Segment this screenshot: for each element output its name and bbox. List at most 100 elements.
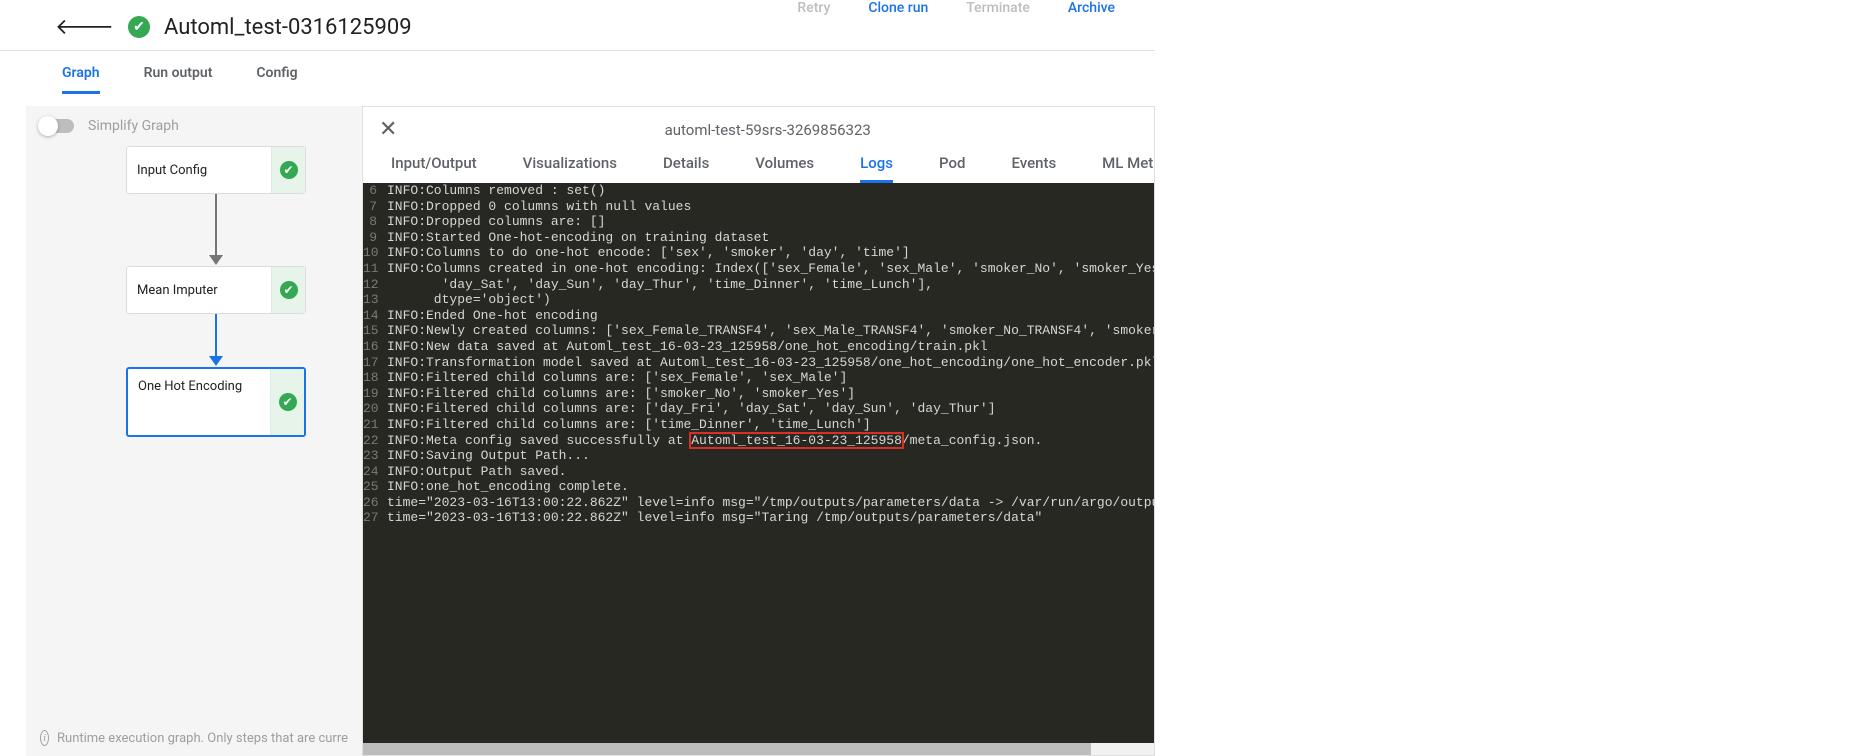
log-viewer[interactable]: 6INFO:Columns removed : set()7INFO:Dropp…	[363, 183, 1154, 743]
log-line: 16INFO:New data saved at Automl_test_16-…	[363, 339, 1154, 355]
log-line: 7INFO:Dropped 0 columns with null values	[363, 199, 1154, 215]
node-label: One Hot Encoding	[128, 369, 270, 394]
tab-logs[interactable]: Logs	[860, 154, 893, 183]
line-number: 14	[363, 308, 387, 324]
tab-input-output[interactable]: Input/Output	[391, 154, 477, 183]
log-line: 25INFO:one_hot_encoding complete.	[363, 479, 1154, 495]
line-number: 21	[363, 417, 387, 433]
tab-volumes[interactable]: Volumes	[755, 154, 814, 183]
tab-visualizations[interactable]: Visualizations	[523, 154, 617, 183]
line-number: 17	[363, 355, 387, 371]
log-text: INFO:New data saved at Automl_test_16-03…	[387, 339, 1154, 355]
horizontal-scrollbar[interactable]	[363, 743, 1154, 755]
log-line: 21INFO:Filtered child columns are: ['tim…	[363, 417, 1154, 433]
line-number: 12	[363, 277, 387, 293]
node-mean-imputer[interactable]: Mean Imputer ✔	[126, 266, 306, 314]
log-line: 22INFO:Meta config saved successfully at…	[363, 433, 1154, 449]
line-number: 6	[363, 183, 387, 199]
node-input-config[interactable]: Input Config ✔	[126, 146, 306, 194]
log-text: INFO:Filtered child columns are: ['sex_F…	[387, 370, 1154, 386]
line-number: 15	[363, 323, 387, 339]
log-line: 18INFO:Filtered child columns are: ['sex…	[363, 370, 1154, 386]
line-number: 13	[363, 292, 387, 308]
line-number: 19	[363, 386, 387, 402]
tab-pod[interactable]: Pod	[939, 154, 965, 183]
log-text: dtype='object')	[387, 292, 1154, 308]
line-number: 20	[363, 401, 387, 417]
log-text: INFO:Columns to do one-hot encode: ['sex…	[387, 245, 1154, 261]
log-line: 9INFO:Started One-hot-encoding on traini…	[363, 230, 1154, 246]
line-number: 9	[363, 230, 387, 246]
log-text: INFO:Filtered child columns are: ['day_F…	[387, 401, 1154, 417]
log-line: 14INFO:Ended One-hot encoding	[363, 308, 1154, 324]
log-line: 23INFO:Saving Output Path...	[363, 448, 1154, 464]
line-number: 18	[363, 370, 387, 386]
check-icon: ✔	[280, 161, 298, 179]
line-number: 11	[363, 261, 387, 277]
simplify-toggle[interactable]	[40, 119, 74, 133]
tab-config[interactable]: Config	[256, 65, 297, 94]
node-status: ✔	[271, 147, 305, 193]
edge	[215, 314, 217, 357]
tab-graph[interactable]: Graph	[62, 65, 100, 94]
run-title: Automl_test-0316125909	[164, 15, 412, 40]
arrowhead-icon	[209, 255, 223, 265]
log-text: INFO:one_hot_encoding complete.	[387, 479, 1154, 495]
check-icon: ✔	[280, 281, 298, 299]
log-text: INFO:Meta config saved successfully at A…	[387, 433, 1154, 449]
info-icon: i	[40, 730, 49, 746]
log-text: INFO:Ended One-hot encoding	[387, 308, 1154, 324]
log-line: 10INFO:Columns to do one-hot encode: ['s…	[363, 245, 1154, 261]
line-number: 27	[363, 510, 387, 526]
log-text: 'day_Sat', 'day_Sun', 'day_Thur', 'time_…	[387, 277, 1154, 293]
archive-action[interactable]: Archive	[1068, 0, 1115, 16]
log-text: INFO:Newly created columns: ['sex_Female…	[387, 323, 1154, 339]
log-line: 19INFO:Filtered child columns are: ['smo…	[363, 386, 1154, 402]
log-text: INFO:Output Path saved.	[387, 464, 1154, 480]
tab-details[interactable]: Details	[663, 154, 709, 183]
check-icon: ✔	[279, 393, 297, 411]
tab-ml-metadata[interactable]: ML Met	[1102, 154, 1153, 183]
log-text: INFO:Dropped columns are: []	[387, 214, 1154, 230]
line-number: 16	[363, 339, 387, 355]
scrollbar-thumb[interactable]	[363, 743, 1091, 755]
close-icon[interactable]: ✕	[379, 117, 397, 142]
detail-tabs: Input/Output Visualizations Details Volu…	[363, 154, 1154, 183]
graph-area: Input Config ✔ Mean Imputer ✔ One Hot En…	[26, 146, 362, 720]
line-number: 26	[363, 495, 387, 511]
footer-text: Runtime execution graph. Only steps that…	[57, 731, 348, 746]
simplify-toggle-row: Simplify Graph	[26, 106, 362, 146]
line-number: 25	[363, 479, 387, 495]
node-label: Mean Imputer	[127, 283, 271, 298]
back-arrow-icon[interactable]: 🡐	[55, 14, 114, 40]
log-text: time="2023-03-16T13:00:22.862Z" level=in…	[387, 495, 1154, 511]
line-number: 24	[363, 464, 387, 480]
detail-panel: ✕ automl-test-59srs-3269856323 Input/Out…	[362, 106, 1155, 756]
detail-title: automl-test-59srs-3269856323	[397, 121, 1138, 139]
log-line: 27time="2023-03-16T13:00:22.862Z" level=…	[363, 510, 1154, 526]
node-label: Input Config	[127, 163, 271, 178]
clone-run-action[interactable]: Clone run	[868, 0, 928, 16]
log-text: INFO:Saving Output Path...	[387, 448, 1154, 464]
run-actions: Retry Clone run Terminate Archive	[797, 0, 1155, 20]
line-number: 8	[363, 214, 387, 230]
tab-run-output[interactable]: Run output	[144, 65, 213, 94]
node-status: ✔	[270, 369, 304, 435]
log-text: INFO:Transformation model saved at Autom…	[387, 355, 1154, 371]
footer-note: i Runtime execution graph. Only steps th…	[26, 720, 362, 756]
log-line: 15INFO:Newly created columns: ['sex_Fema…	[363, 323, 1154, 339]
node-one-hot-encoding[interactable]: One Hot Encoding ✔	[126, 367, 306, 437]
tab-events[interactable]: Events	[1011, 154, 1056, 183]
run-status-icon: ✔	[128, 16, 150, 38]
edge	[215, 194, 217, 256]
line-number: 22	[363, 433, 387, 449]
log-text: time="2023-03-16T13:00:22.862Z" level=in…	[387, 510, 1154, 526]
log-line: 13 dtype='object')	[363, 292, 1154, 308]
retry-action: Retry	[797, 0, 830, 16]
log-text: INFO:Started One-hot-encoding on trainin…	[387, 230, 1154, 246]
log-text: INFO:Filtered child columns are: ['smoke…	[387, 386, 1154, 402]
line-number: 10	[363, 245, 387, 261]
simplify-label: Simplify Graph	[88, 118, 179, 134]
graph-panel: Simplify Graph Input Config ✔ Mean Imput…	[26, 106, 362, 756]
log-line: 26time="2023-03-16T13:00:22.862Z" level=…	[363, 495, 1154, 511]
